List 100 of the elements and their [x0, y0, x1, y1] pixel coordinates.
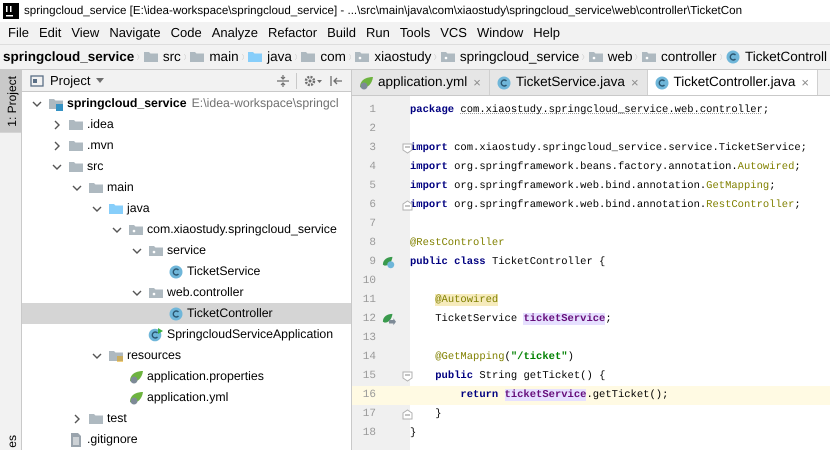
tool-tab-label[interactable]: es: [0, 433, 21, 450]
code-line: }: [410, 426, 416, 441]
line-number: 15: [362, 369, 376, 384]
tree-item[interactable]: test: [22, 408, 351, 429]
menu-item[interactable]: Analyze: [206, 23, 263, 43]
text-file-icon: [68, 432, 84, 448]
settings-icon[interactable]: [303, 74, 323, 88]
menu-item[interactable]: Code: [166, 23, 207, 43]
tree-label: java: [127, 200, 150, 218]
menu-item[interactable]: View: [66, 23, 104, 43]
tree-label: .gitignore: [87, 431, 138, 448]
line-number: 13: [362, 331, 376, 346]
code-line: public String getTicket() {: [434, 368, 606, 384]
hide-panel-icon[interactable]: [329, 74, 343, 88]
code-line: package com.xiaostudy.springcloud_service.web.controller;: [410, 102, 770, 118]
breadcrumb-item[interactable]: src: [140, 46, 184, 68]
line-number: 16: [362, 388, 376, 404]
code-line: @RestController: [410, 236, 505, 251]
code-line: public class TicketController {: [410, 254, 606, 270]
breadcrumb-item[interactable]: springcloud_service: [0, 46, 138, 68]
tree-item[interactable]: src: [22, 156, 351, 177]
fold-marker-icon[interactable]: [402, 200, 413, 211]
folder-icon: [300, 49, 316, 65]
menu-item[interactable]: Run: [361, 23, 395, 43]
class-icon: [168, 264, 184, 280]
package-icon: [440, 49, 456, 65]
bean-icon: [382, 256, 396, 270]
dropdown-caret-icon[interactable]: [96, 78, 104, 84]
tree-item[interactable]: web.controller: [22, 282, 351, 303]
tree-label: src: [87, 158, 104, 176]
breadcrumb-item[interactable]: main: [186, 46, 242, 68]
menu-item[interactable]: File: [3, 23, 34, 43]
breadcrumb-item[interactable]: web: [584, 46, 636, 68]
tree-label: springcloud_service: [67, 95, 187, 112]
line-number: 2: [368, 122, 376, 138]
tree-item[interactable]: application.properties: [22, 366, 351, 387]
tree-label: main: [107, 179, 134, 196]
package-icon: [588, 49, 604, 65]
menu-item[interactable]: Edit: [34, 23, 66, 43]
tree-item[interactable]: main: [22, 177, 351, 198]
tree-item[interactable]: java: [22, 198, 351, 219]
tree-label: application.properties: [147, 368, 264, 386]
menu-item[interactable]: Help: [528, 23, 565, 43]
tree-label: application.yml: [147, 389, 228, 406]
code-line: import org.springframework.web.bind.annotation.GetMapping;: [410, 178, 776, 194]
breadcrumb-item[interactable]: xiaostudy: [351, 46, 434, 68]
class-icon: [654, 74, 670, 90]
tree-label: SpringcloudServiceApplication: [167, 326, 334, 344]
folder-icon: [142, 49, 159, 65]
menu-item[interactable]: VCS: [435, 23, 472, 43]
line-number: 1: [368, 103, 376, 118]
line-number: 9: [368, 255, 376, 270]
breadcrumb-item[interactable]: controller: [638, 46, 720, 68]
breadcrumb-item[interactable]: java: [244, 46, 295, 68]
tree-item[interactable]: .mvn: [22, 135, 351, 156]
line-number: 3: [368, 141, 376, 156]
tree-item[interactable]: .gitignore: [22, 429, 351, 450]
fold-marker-icon[interactable]: [402, 409, 413, 420]
code-line: }: [434, 406, 442, 422]
code-line: import com.xiaostudy.springcloud_service.service.TicketService;: [410, 140, 807, 156]
tree-item[interactable]: resources: [22, 345, 351, 366]
menu-item[interactable]: Refactor: [262, 23, 322, 43]
code-line: import org.springframework.web.bind.annotation.RestController;: [410, 198, 801, 213]
fold-marker-icon[interactable]: [402, 371, 413, 382]
menu-item[interactable]: Window: [472, 23, 528, 43]
line-number: 17: [362, 407, 376, 422]
tree-item[interactable]: application.yml: [22, 387, 351, 408]
package-icon: [354, 49, 370, 65]
tree-item[interactable]: .idea: [22, 114, 351, 135]
code-line: import org.springframework.beans.factory.annotation.Autowired;: [410, 160, 801, 175]
tree-item[interactable]: TicketService: [22, 261, 351, 282]
panel-title[interactable]: Project: [50, 70, 90, 90]
breadcrumb-item[interactable]: com: [297, 46, 349, 68]
tree-item[interactable]: TicketController: [22, 303, 351, 324]
tree-item[interactable]: com.xiaostudy.springcloud_service: [22, 219, 351, 240]
tree-item[interactable]: springcloud_service E:\idea-workspace\springcl: [22, 93, 351, 114]
editor-tab[interactable]: application.yml ×: [352, 70, 490, 95]
fold-marker-icon[interactable]: [402, 143, 413, 154]
editor-tab[interactable]: TicketController.java ×: [648, 70, 818, 95]
editor-tab[interactable]: TicketService.java ×: [490, 70, 648, 95]
folder-icon: [189, 49, 206, 65]
window-title: springcloud_service [E:\idea-workspace\springcloud_service] - ...\src\main\java\com\xiaostudy\springcloud_service\web\controller\TicketCon: [24, 3, 742, 20]
menu-item[interactable]: Tools: [394, 23, 436, 43]
tree-item[interactable]: SpringcloudServiceApplication: [22, 324, 351, 345]
tree-item[interactable]: service: [22, 240, 351, 261]
menu-item[interactable]: Navigate: [104, 23, 166, 43]
menu-item[interactable]: Build: [322, 23, 362, 43]
tree-label: service: [167, 242, 206, 260]
project-tool-tab[interactable]: 1: Project: [0, 70, 21, 133]
folder-icon: [247, 49, 264, 65]
breadcrumb-item[interactable]: TicketControll: [722, 46, 830, 68]
code-line: return ticketService.getTicket();: [459, 388, 668, 403]
code-line: @GetMapping("/ticket"): [434, 350, 574, 365]
breadcrumb-item[interactable]: springcloud_service: [436, 46, 582, 68]
collapse-all-icon[interactable]: [276, 74, 290, 88]
line-number: 4: [368, 160, 376, 176]
leaf-icon: [128, 368, 144, 384]
tree-label: web.controller: [167, 284, 244, 302]
project-path: E:\idea-workspace\springcl: [192, 95, 339, 112]
leaf-icon: [128, 390, 144, 406]
